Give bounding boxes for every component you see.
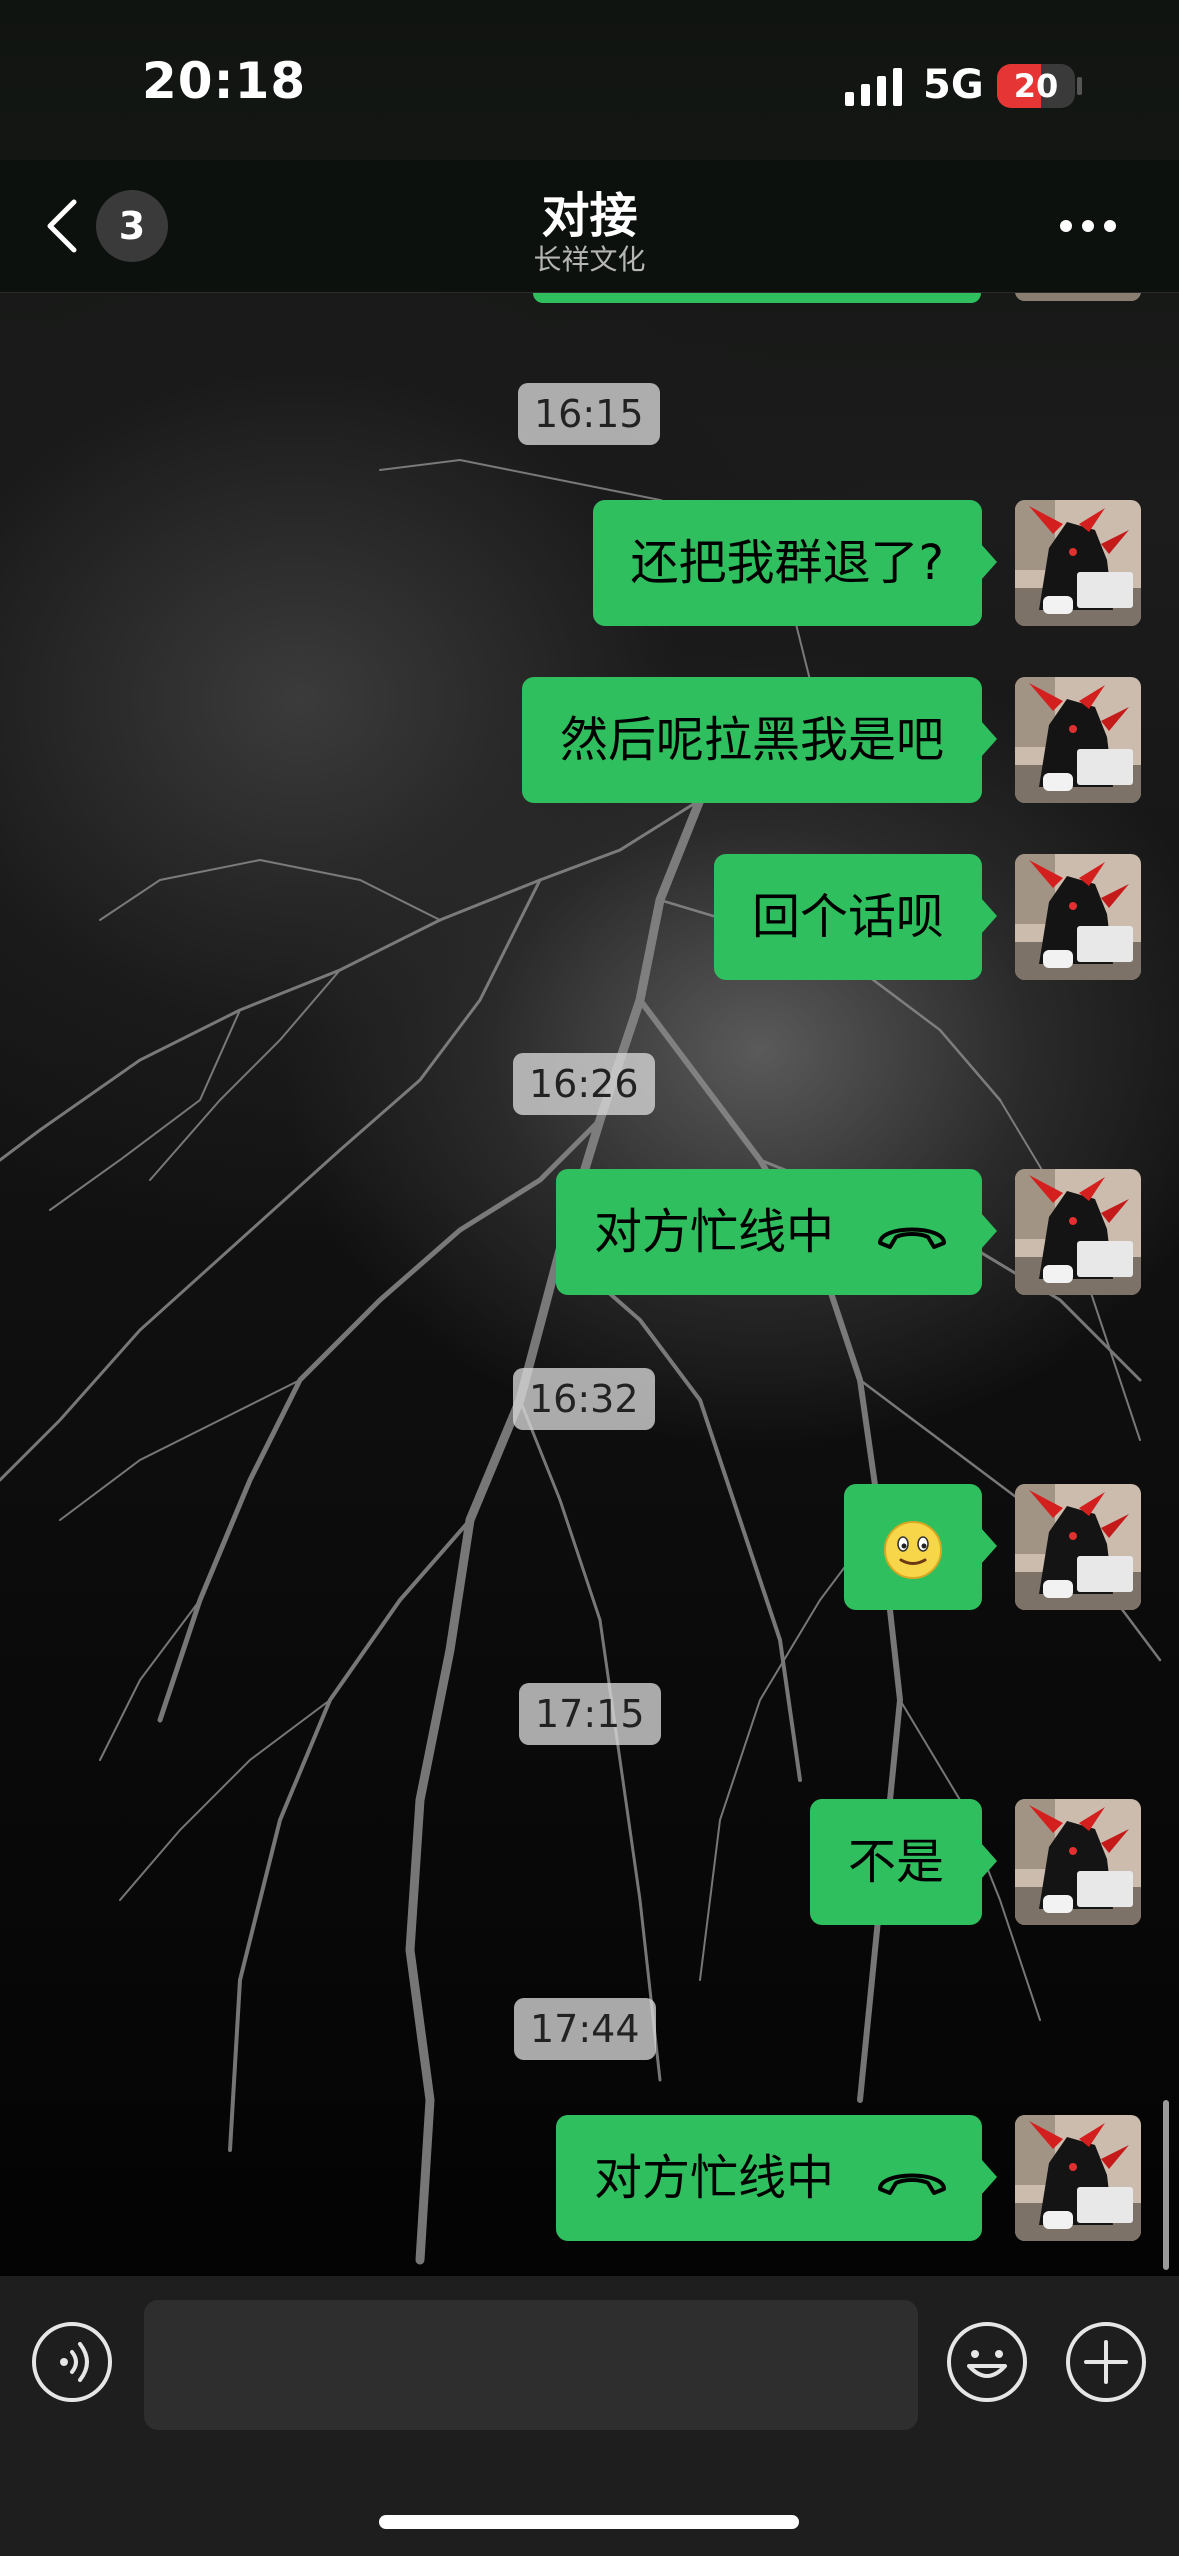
partial-avatar: [1015, 293, 1141, 301]
call-status-text: 对方忙线中: [593, 2150, 834, 2206]
avatar[interactable]: [1015, 1169, 1141, 1295]
time-separator: 16:26: [513, 1053, 655, 1115]
message-bubble[interactable]: 回个话呗: [713, 854, 998, 980]
voice-input-icon[interactable]: [30, 2320, 114, 2404]
avatar[interactable]: [1015, 677, 1141, 803]
partial-message-bubble: [533, 293, 981, 303]
call-record-bubble[interactable]: 对方忙线中: [555, 1169, 998, 1295]
message-bubble[interactable]: 还把我群退了?: [592, 500, 998, 626]
time-separator: 16:15: [518, 383, 660, 445]
avatar[interactable]: [1015, 1799, 1141, 1925]
avatar[interactable]: [1015, 500, 1141, 626]
cellular-signal-icon: [845, 68, 902, 106]
message-row: 不是: [0, 1799, 1179, 1925]
battery-icon: 20: [997, 64, 1075, 108]
avatar[interactable]: [1015, 1484, 1141, 1610]
emoji-picker-icon[interactable]: [945, 2320, 1029, 2404]
status-time: 20:18: [142, 52, 307, 110]
avatar[interactable]: [1015, 854, 1141, 980]
message-list[interactable]: 16:15 还把我群退了? 然后呢拉黑我是吧 回个话呗 16:26 对方忙线中 …: [0, 293, 1179, 2275]
input-bar: [0, 2276, 1179, 2556]
avatar[interactable]: [1015, 2115, 1141, 2241]
message-row: 还把我群退了?: [0, 500, 1179, 626]
time-separator: 16:32: [513, 1368, 655, 1430]
chat-subtitle: 长祥文化: [533, 243, 646, 276]
message-bubble[interactable]: 然后呢拉黑我是吧: [521, 677, 998, 803]
add-more-icon[interactable]: [1064, 2320, 1148, 2404]
message-bubble[interactable]: 不是: [809, 1799, 998, 1925]
message-row: 回个话呗: [0, 854, 1179, 980]
time-separator: 17:44: [514, 1998, 656, 2060]
call-status-text: 对方忙线中: [593, 1204, 834, 1260]
call-record-bubble[interactable]: 对方忙线中: [555, 2115, 998, 2241]
message-row: 然后呢拉黑我是吧: [0, 677, 1179, 803]
status-bar: 20:18 5G 20: [0, 0, 1179, 160]
home-indicator[interactable]: [379, 2515, 799, 2529]
battery-tip: [1077, 77, 1082, 95]
message-row: 对方忙线中: [0, 1169, 1179, 1295]
chat-title: 对接: [541, 188, 638, 244]
message-input[interactable]: [144, 2300, 918, 2430]
emoji-message-bubble[interactable]: [844, 1484, 997, 1610]
phone-hangup-icon: [878, 2173, 946, 2195]
smile-emoji-icon: [884, 1521, 942, 1579]
network-type: 5G: [923, 62, 984, 108]
message-row: [0, 1484, 1179, 1610]
time-separator: 17:15: [519, 1683, 661, 1745]
message-row: 对方忙线中: [0, 2115, 1179, 2241]
phone-hangup-icon: [878, 1227, 946, 1249]
chat-header: 3 对接 长祥文化: [0, 160, 1179, 293]
more-options-icon[interactable]: [1058, 216, 1118, 236]
battery-percent: 20: [1013, 67, 1059, 105]
scrollbar[interactable]: [1163, 2100, 1169, 2270]
